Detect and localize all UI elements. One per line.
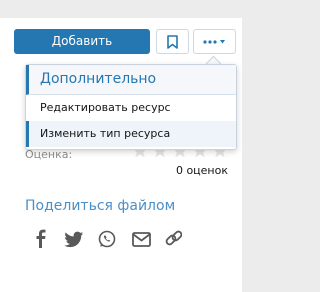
menu-title: Дополнительно xyxy=(26,65,236,95)
share-section-title: Поделиться файлом xyxy=(25,198,176,214)
more-options-menu: Дополнительно Редактировать ресурс Измен… xyxy=(25,64,237,150)
whatsapp-icon[interactable] xyxy=(98,230,116,248)
rating-count: 0 оценок xyxy=(175,164,228,177)
chevron-down-icon xyxy=(220,40,225,44)
link-icon[interactable] xyxy=(165,230,183,246)
menu-item-edit-resource[interactable]: Редактировать ресурс xyxy=(26,95,236,121)
more-options-button[interactable] xyxy=(193,29,236,54)
email-icon[interactable] xyxy=(132,232,151,247)
bookmark-icon xyxy=(167,35,178,49)
twitter-icon[interactable] xyxy=(64,231,84,248)
facebook-icon[interactable] xyxy=(36,229,46,248)
menu-item-change-resource-type[interactable]: Изменить тип ресурса xyxy=(26,121,236,147)
bookmark-button[interactable] xyxy=(156,29,189,54)
add-update-button[interactable]: Добавить обновление xyxy=(14,29,150,73)
share-icons xyxy=(32,229,183,253)
